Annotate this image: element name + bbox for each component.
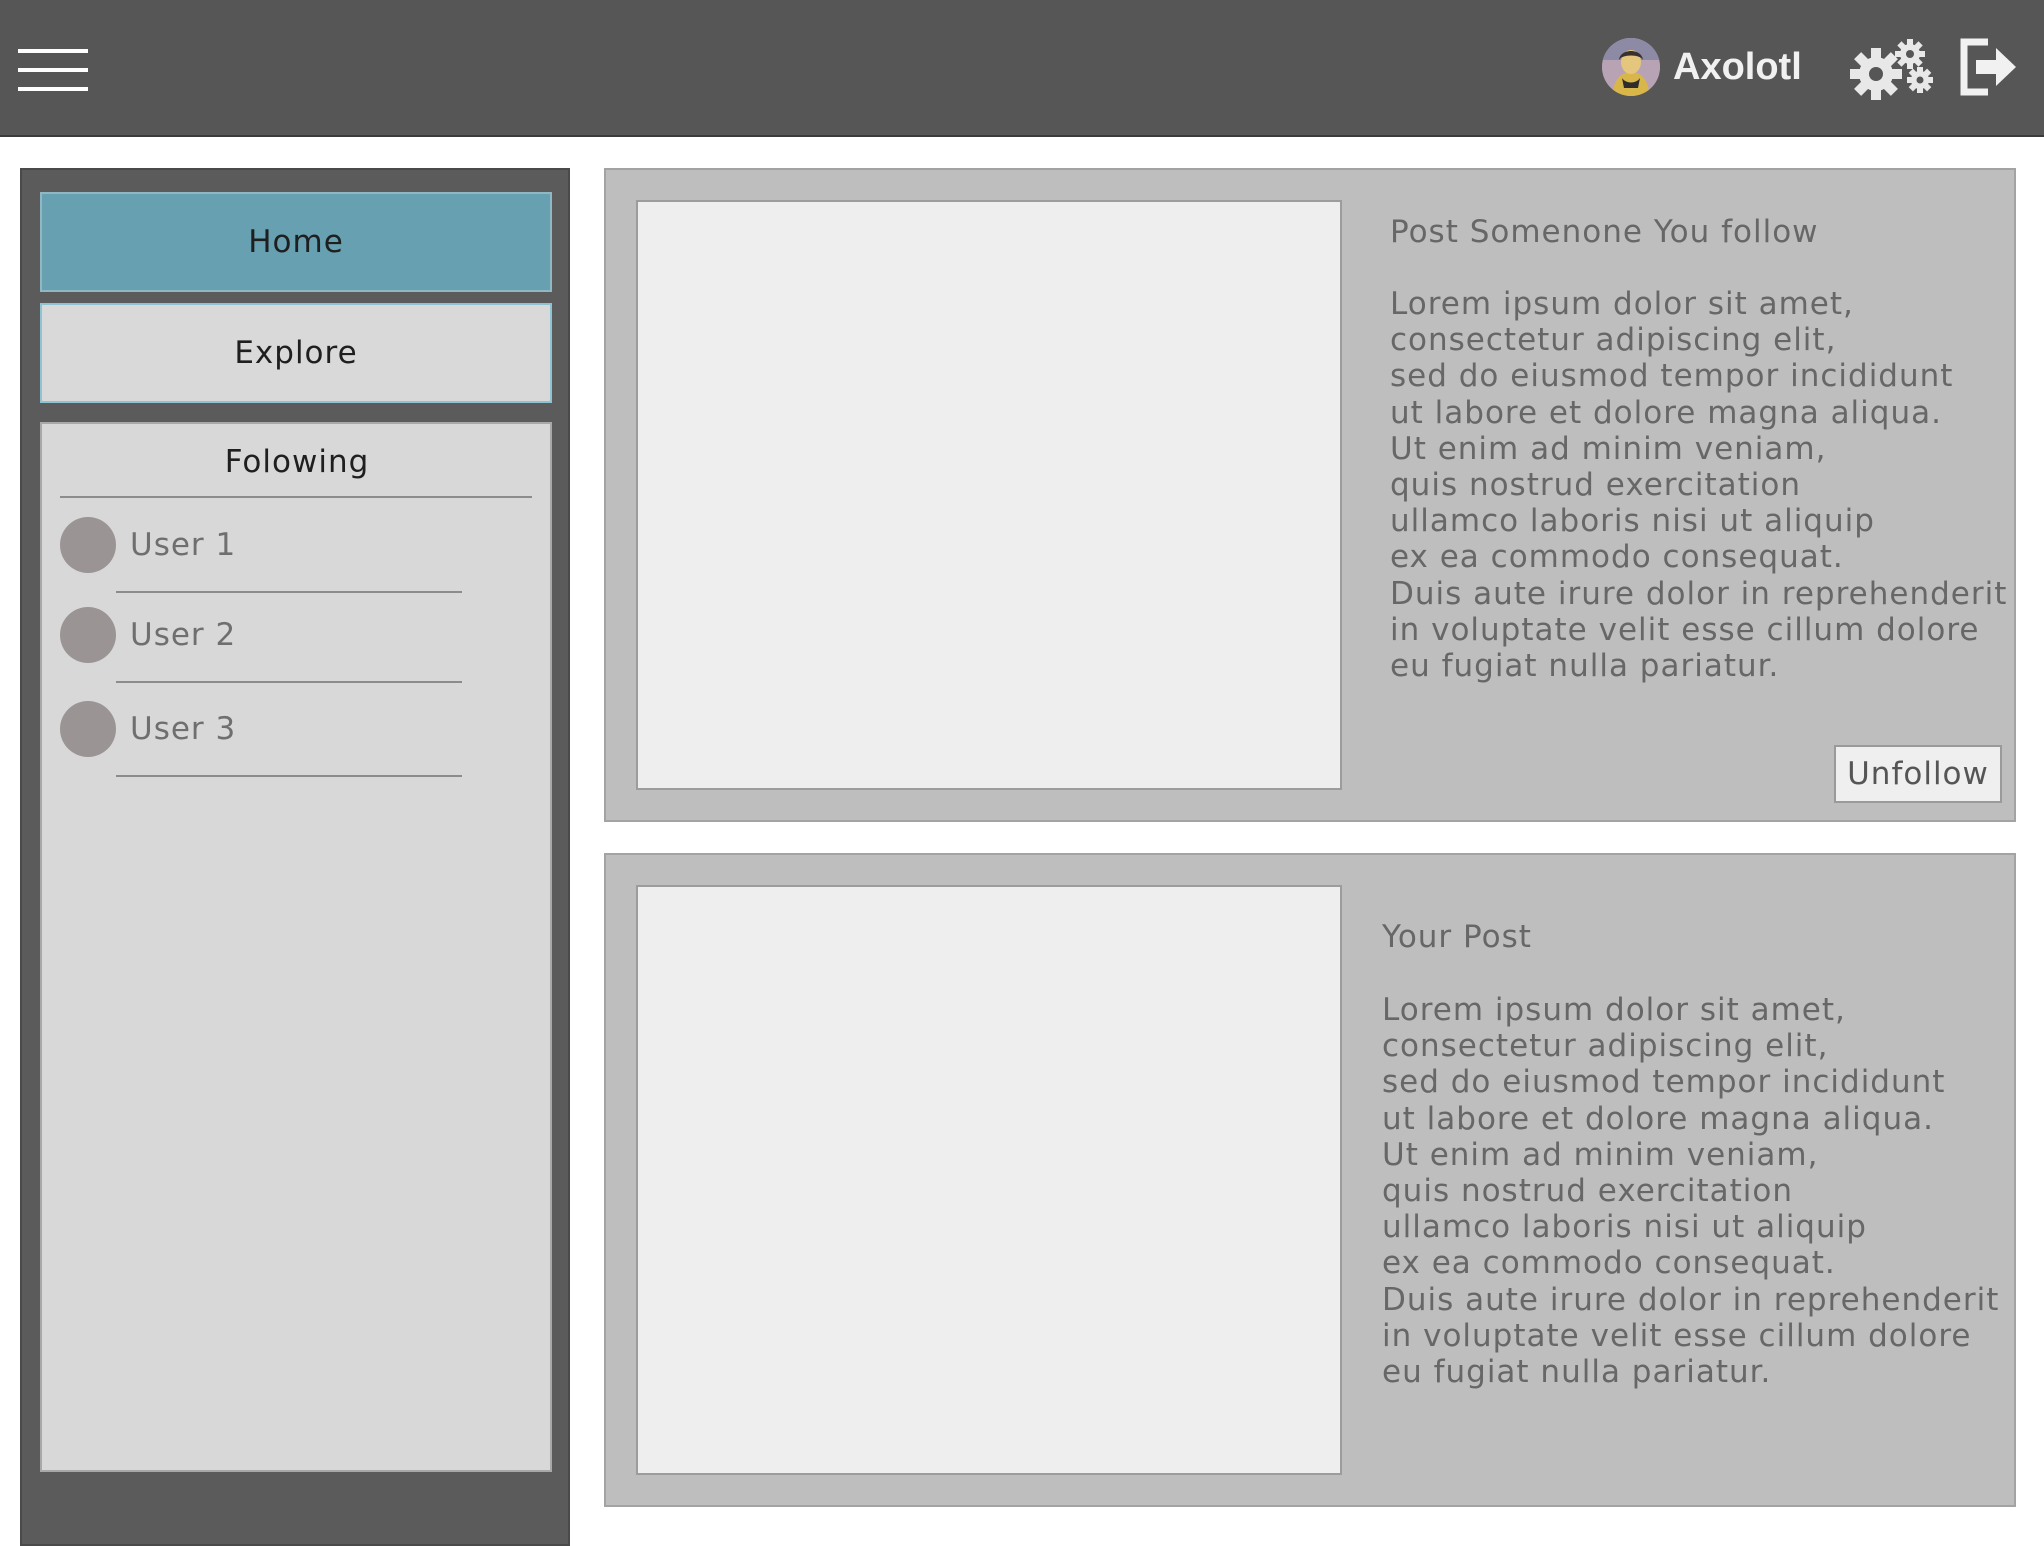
post-image-placeholder[interactable] — [636, 885, 1342, 1475]
hamburger-menu-icon[interactable] — [18, 49, 88, 93]
divider — [116, 591, 462, 593]
post-body: Lorem ipsum dolor sit amet, consectetur … — [1390, 286, 2008, 685]
username[interactable]: Axolotl — [1673, 42, 1802, 92]
unfollow-label: Unfollow — [1847, 756, 1989, 792]
post-card-own: Your Post Lorem ipsum dolor sit amet, co… — [604, 853, 2016, 1507]
divider — [116, 681, 462, 683]
following-user-item[interactable]: User 1 — [60, 517, 480, 593]
user-avatar-placeholder — [60, 607, 116, 663]
nav-home-button[interactable]: Home — [40, 192, 552, 292]
following-title: Folowing — [224, 444, 370, 480]
following-user-name: User 1 — [130, 527, 237, 563]
user-avatar-placeholder — [60, 517, 116, 573]
following-user-name: User 3 — [130, 711, 237, 747]
user-avatar-placeholder — [60, 701, 116, 757]
divider — [116, 775, 462, 777]
post-title: Post Somenone You follow — [1390, 214, 1819, 250]
following-panel: Folowing User 1 User 2 User 3 — [40, 422, 552, 1472]
gears-icon[interactable] — [1850, 36, 1934, 102]
following-user-item[interactable]: User 2 — [60, 607, 480, 683]
nav-home-label: Home — [248, 224, 344, 260]
divider — [60, 496, 532, 498]
post-body: Lorem ipsum dolor sit amet, consectetur … — [1382, 992, 2000, 1391]
top-bar: Axolotl — [0, 0, 2044, 137]
logout-icon[interactable] — [1958, 38, 2018, 96]
sidebar: Home Explore Folowing User 1 User 2 User… — [20, 168, 570, 1546]
following-user-name: User 2 — [130, 617, 237, 653]
user-avatar[interactable] — [1602, 38, 1660, 96]
post-image-placeholder[interactable] — [636, 200, 1342, 790]
post-card-following: Post Somenone You follow Lorem ipsum dol… — [604, 168, 2016, 822]
nav-explore-label: Explore — [234, 335, 358, 371]
nav-explore-button[interactable]: Explore — [40, 303, 552, 403]
post-title: Your Post — [1382, 919, 1532, 955]
following-user-item[interactable]: User 3 — [60, 701, 480, 777]
unfollow-button[interactable]: Unfollow — [1834, 745, 2002, 803]
